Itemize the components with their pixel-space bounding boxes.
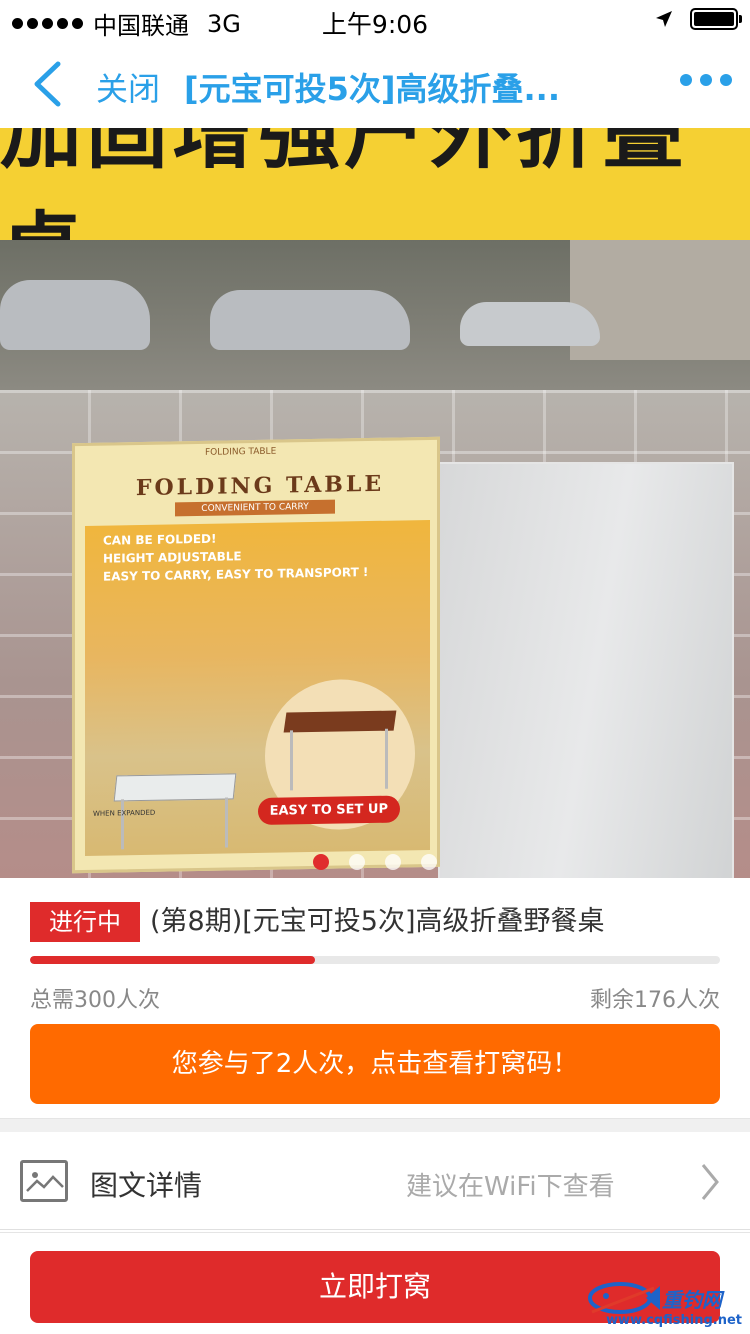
carousel-dot[interactable] xyxy=(385,854,401,870)
product-banner: 加固增强户外折叠桌 xyxy=(0,128,750,299)
chevron-right-icon xyxy=(701,1164,719,1200)
section-divider xyxy=(0,1118,750,1132)
image-text-details-row[interactable]: 图文详情 建议在WiFi下查看 xyxy=(0,1132,750,1230)
watermark-url: www.cqfishing.net xyxy=(605,1313,742,1328)
background-car xyxy=(210,290,410,350)
box-artwork: CAN BE FOLDED! HEIGHT ADJUSTABLE EASY TO… xyxy=(85,519,430,856)
page-title: [元宝可投5次]高级折叠... xyxy=(184,70,560,108)
close-button[interactable]: 关闭 xyxy=(96,64,160,110)
chevron-left-icon xyxy=(34,61,61,107)
carousel-dot[interactable] xyxy=(349,854,365,870)
view-codes-button[interactable]: 您参与了2人次，点击查看打窝码！ xyxy=(30,1024,720,1104)
bottom-action-bar: 立即打窝 重钓网 www.cqfishing.net xyxy=(0,1232,750,1334)
battery-icon xyxy=(690,8,742,30)
white-table-illustration xyxy=(113,773,237,802)
product-title: (第8期)[元宝可投5次]高级折叠野餐桌 xyxy=(150,906,605,937)
back-button[interactable] xyxy=(22,56,72,112)
product-photo-scene: FOLDING TABLE FOLDING TABLE CONVENIENT T… xyxy=(0,240,750,878)
carousel-dot-active[interactable] xyxy=(313,854,329,870)
image-icon xyxy=(20,1160,68,1202)
status-badge: 进行中 xyxy=(30,902,140,942)
box-header: FOLDING TABLE xyxy=(205,446,277,458)
product-image-carousel[interactable]: 加固增强户外折叠桌 FOLDING TABLE FOLDING TABLE CO… xyxy=(0,128,750,878)
watermark-brand: 重钓网 xyxy=(662,1288,722,1312)
product-info: 进行中 (第8期)[元宝可投5次]高级折叠野餐桌 总需300人次 剩余176人次… xyxy=(0,878,750,1118)
progress-fill xyxy=(30,956,315,964)
details-hint: 建议在WiFi下查看 xyxy=(406,1172,615,1202)
carousel-dot[interactable] xyxy=(421,854,437,870)
feature-text: EASY TO CARRY, EASY TO TRANSPORT ! xyxy=(103,565,369,584)
status-time: 上午9:06 xyxy=(321,10,429,39)
brown-table-illustration xyxy=(283,710,397,733)
remaining-count: 剩余176人次 xyxy=(590,988,720,1013)
feature-text: CAN BE FOLDED! xyxy=(103,531,217,548)
site-watermark: 重钓网 www.cqfishing.net xyxy=(584,1274,744,1330)
background-car xyxy=(460,302,600,346)
background-car xyxy=(0,280,150,350)
progress-bar xyxy=(30,956,720,964)
easy-setup-badge: EASY TO SET UP xyxy=(257,795,400,825)
fish-logo-icon xyxy=(588,1282,660,1314)
box-subtitle: CONVENIENT TO CARRY xyxy=(175,499,335,517)
carousel-indicator xyxy=(0,854,750,870)
status-right xyxy=(654,8,742,30)
wrapped-folding-table xyxy=(438,462,734,878)
more-dots-icon xyxy=(680,74,692,86)
nav-bar: 关闭 [元宝可投5次]高级折叠... xyxy=(0,40,750,128)
product-box: FOLDING TABLE FOLDING TABLE CONVENIENT T… xyxy=(72,436,440,874)
details-label: 图文详情 xyxy=(90,1169,203,1202)
feature-text: HEIGHT ADJUSTABLE xyxy=(103,549,242,566)
box-title: FOLDING TABLE xyxy=(135,470,385,502)
location-arrow-icon xyxy=(654,9,674,29)
status-bar: 中国联通 3G 上午9:06 xyxy=(0,0,750,40)
more-options-button[interactable] xyxy=(680,74,732,86)
when-expanded-label: WHEN EXPANDED xyxy=(93,808,156,818)
total-needed: 总需300人次 xyxy=(30,988,160,1013)
